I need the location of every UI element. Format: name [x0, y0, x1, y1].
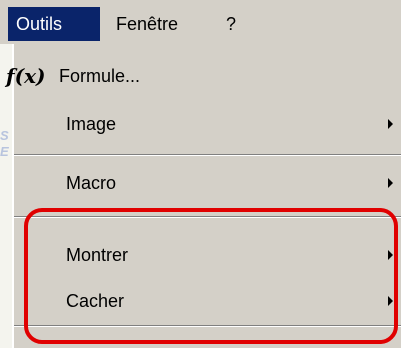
menu-help[interactable]: ? — [218, 7, 242, 41]
menu-item-macro-label: Macro — [66, 173, 117, 193]
menu-item-image-label: Image — [66, 114, 117, 134]
highlight-annotation — [24, 208, 398, 344]
menu-help-label: ? — [226, 14, 237, 34]
menu-bar: Outils Fenêtre ? — [0, 0, 401, 44]
submenu-arrow-icon — [388, 178, 393, 188]
submenu-arrow-icon — [388, 119, 393, 129]
function-fx-icon: f(x) — [6, 64, 46, 88]
menu-outils-label: Outils — [16, 14, 63, 34]
menu-outils[interactable]: Outils — [8, 7, 100, 41]
menu-item-formule[interactable]: f(x) Formule... — [6, 58, 401, 94]
menu-separator — [14, 154, 401, 156]
menu-fenetre[interactable]: Fenêtre — [108, 7, 190, 41]
menu-item-macro[interactable]: Macro — [14, 165, 401, 201]
menu-item-formule-label: Formule... — [59, 66, 141, 86]
menu-fenetre-label: Fenêtre — [116, 14, 179, 34]
menu-item-image[interactable]: Image — [14, 106, 401, 142]
